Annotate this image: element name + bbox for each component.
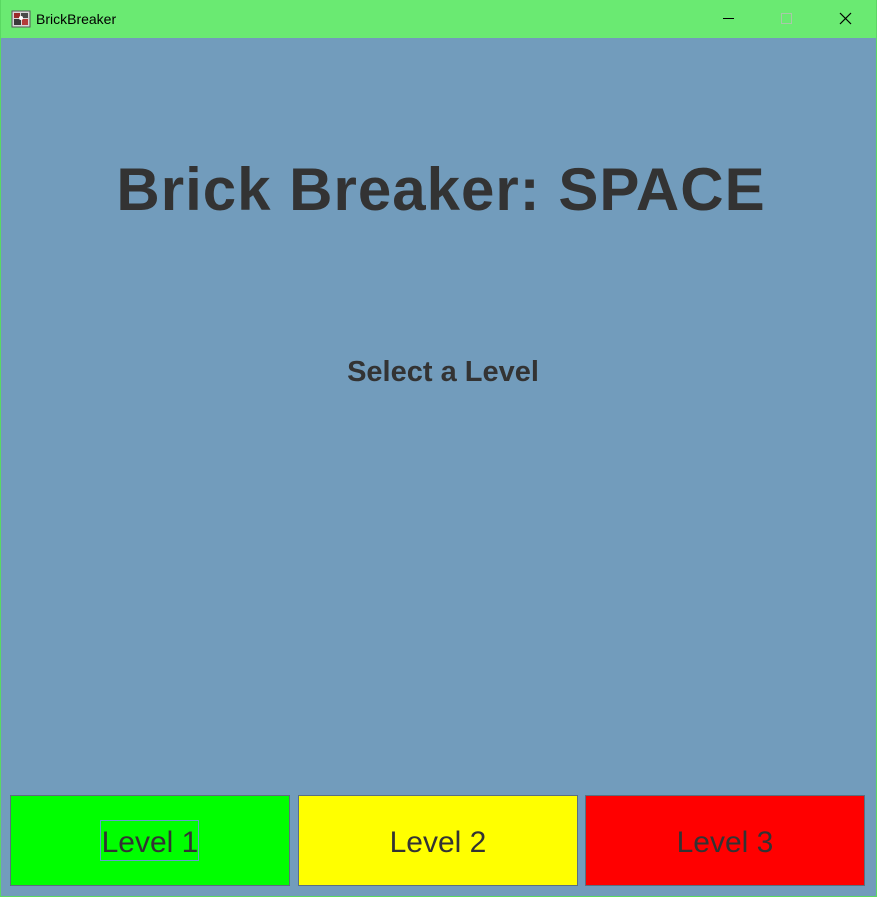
level-1-label: Level 1: [101, 826, 199, 859]
window-title: BrickBreaker: [36, 11, 117, 27]
level-3-button[interactable]: Level 3: [585, 795, 865, 886]
select-level-label: Select a Level: [347, 356, 539, 388]
close-icon: [839, 12, 852, 25]
minimize-button[interactable]: [700, 0, 758, 38]
maximize-icon: [781, 13, 792, 24]
app-window: BrickBreaker Brick Breaker: SPACE Select…: [0, 0, 877, 897]
title-bar[interactable]: BrickBreaker: [1, 0, 876, 38]
level-3-label: Level 3: [676, 826, 774, 859]
level-2-label: Level 2: [389, 826, 487, 859]
menu-panel: Brick Breaker: SPACE Select a Level Leve…: [1, 38, 876, 896]
level-1-button[interactable]: Level 1: [10, 795, 290, 886]
game-title: Brick Breaker: SPACE: [116, 156, 766, 223]
minimize-icon: [723, 18, 734, 19]
maximize-button[interactable]: [758, 0, 816, 38]
level-2-button[interactable]: Level 2: [298, 795, 578, 886]
close-button[interactable]: [816, 0, 874, 38]
brickbreaker-app-icon: [11, 9, 31, 29]
